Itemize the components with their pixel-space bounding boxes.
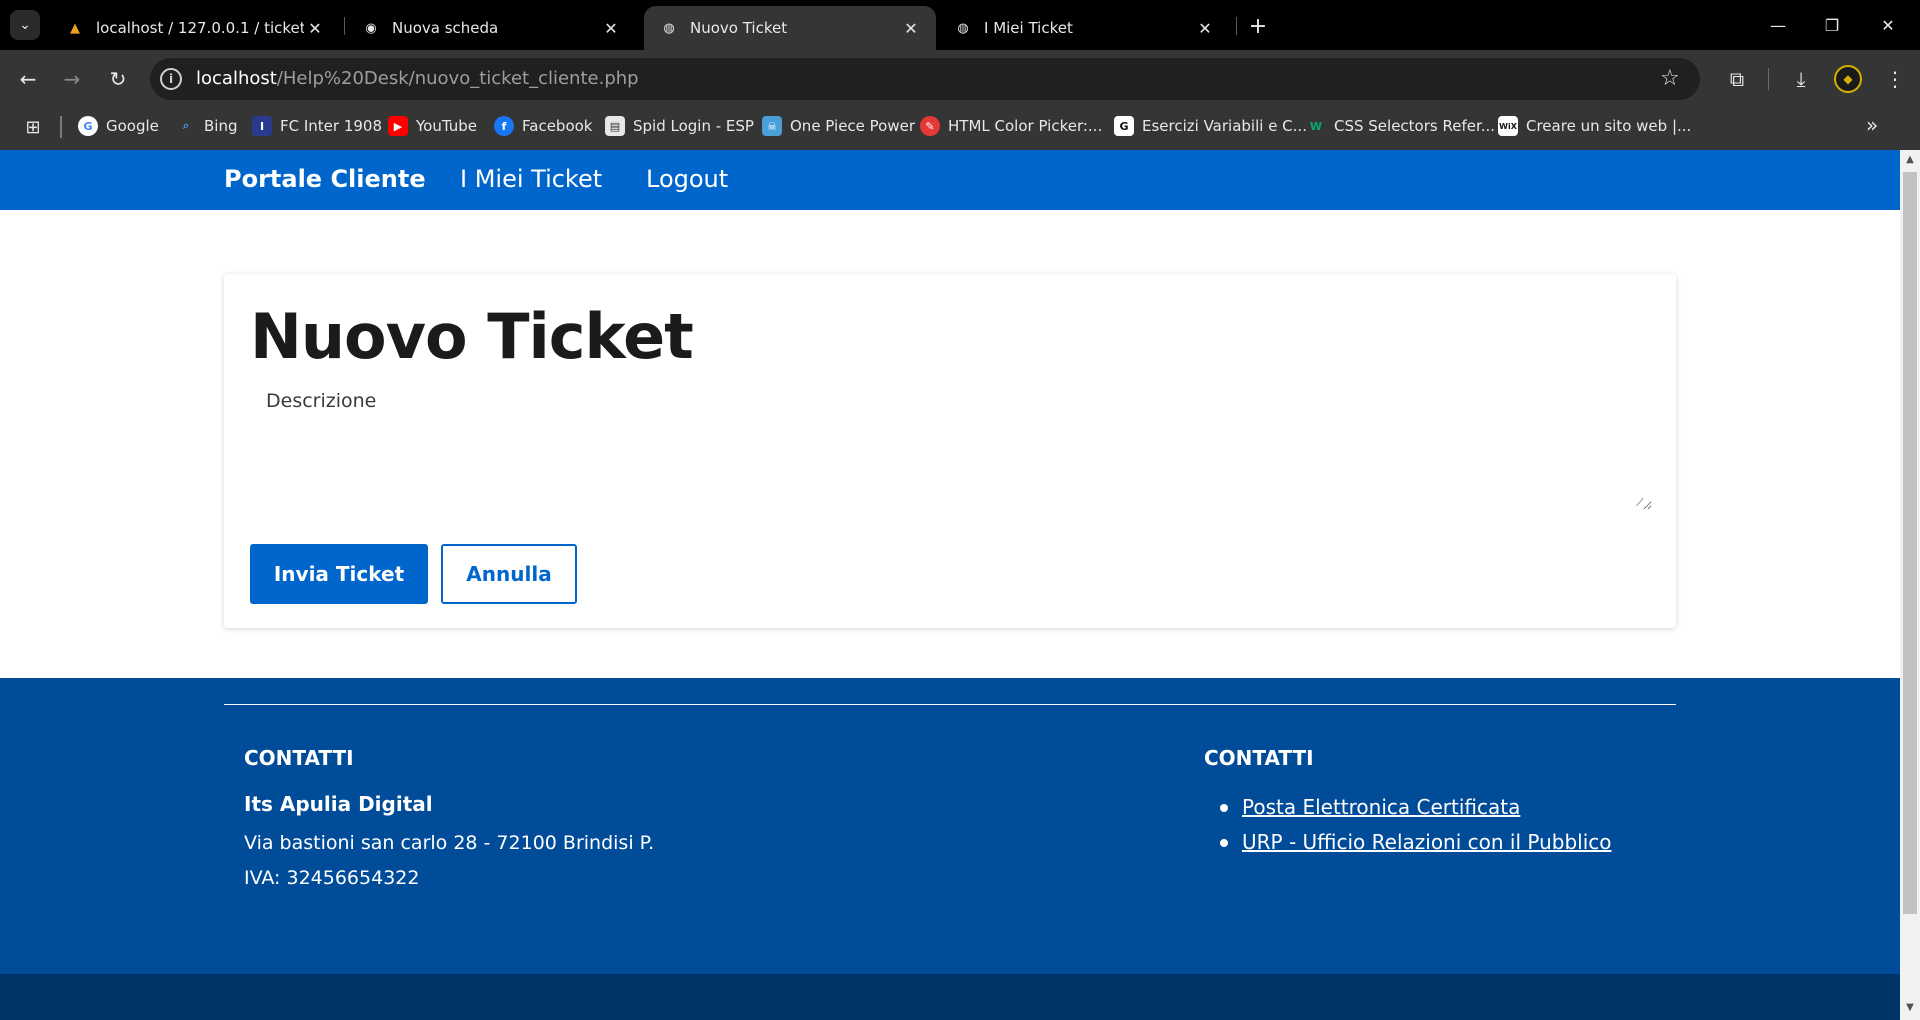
inter-icon: I xyxy=(252,116,272,136)
new-tab-button[interactable]: + xyxy=(1244,12,1272,40)
forward-button[interactable]: → xyxy=(56,63,88,95)
tab-i-miei-ticket[interactable]: ◍ I Miei Ticket ✕ xyxy=(938,6,1230,50)
arrow-left-icon: ← xyxy=(19,67,37,91)
resize-handle-icon[interactable]: ⟋ xyxy=(1636,496,1648,509)
tab-separator xyxy=(1236,17,1237,35)
restore-icon: ❐ xyxy=(1824,15,1840,35)
footer-org-name: Its Apulia Digital xyxy=(244,792,433,816)
reload-icon: ↻ xyxy=(109,67,127,91)
bookmark-wix[interactable]: WiX Creare un sito web |... xyxy=(1498,113,1691,139)
bookmark-esercizi[interactable]: G Esercizi Variabili e C... xyxy=(1114,113,1307,139)
cancel-button[interactable]: Annulla xyxy=(441,544,577,604)
page-title: Nuovo Ticket xyxy=(250,300,694,373)
list-item: Posta Elettronica Certificata xyxy=(1220,790,1612,825)
close-tab-icon[interactable]: ✕ xyxy=(304,19,326,38)
globe-icon: ◍ xyxy=(957,20,969,36)
chrome-icon: ◉ xyxy=(365,20,377,36)
bookmark-color-picker[interactable]: ✎ HTML Color Picker:... xyxy=(920,113,1102,139)
bookmark-one-piece[interactable]: ☠ One Piece Power xyxy=(762,113,915,139)
bookmark-separator xyxy=(60,116,62,138)
bookmark-bing[interactable]: ⌕ Bing xyxy=(176,113,238,139)
apps-grid-icon[interactable]: ⊞ xyxy=(22,116,44,138)
scrollbar-thumb[interactable] xyxy=(1903,172,1917,914)
description-textarea[interactable] xyxy=(250,386,1652,510)
close-tab-icon[interactable]: ✕ xyxy=(900,19,922,38)
footer-divider xyxy=(224,704,1676,705)
close-tab-icon[interactable]: ✕ xyxy=(1194,19,1216,38)
urp-link[interactable]: URP - Ufficio Relazioni con il Pubblico xyxy=(1242,825,1612,860)
onepiece-icon: ☠ xyxy=(762,116,782,136)
address-url[interactable]: localhost/Help%20Desk/nuovo_ticket_clien… xyxy=(196,68,639,89)
nav-link-logout[interactable]: Logout xyxy=(646,165,728,193)
color-picker-icon: ✎ xyxy=(920,116,940,136)
submit-ticket-button[interactable]: Invia Ticket xyxy=(250,544,428,604)
close-tab-icon[interactable]: ✕ xyxy=(600,19,622,38)
bookmark-facebook[interactable]: f Facebook xyxy=(494,113,592,139)
tab-phpmyadmin[interactable]: ▲ localhost / 127.0.0.1 / ticket_ma ✕ xyxy=(50,6,340,50)
bookmark-google[interactable]: G Google xyxy=(78,113,159,139)
chevron-down-icon: ⌄ xyxy=(19,17,31,33)
more-bookmarks-icon[interactable]: » xyxy=(1866,113,1878,137)
bookmark-star-icon[interactable]: ☆ xyxy=(1660,66,1680,91)
tab-nuova-scheda[interactable]: ◉ Nuova scheda ✕ xyxy=(346,6,636,50)
site-footer: CONTATTI Its Apulia Digital Via bastioni… xyxy=(0,678,1900,974)
w3-icon: W xyxy=(1309,119,1323,133)
bookmark-fc-inter[interactable]: I FC Inter 1908 xyxy=(252,113,382,139)
download-icon[interactable]: ⤓ xyxy=(1786,64,1816,94)
arrow-right-icon: → xyxy=(63,67,81,91)
profile-avatar[interactable]: ◆ xyxy=(1834,65,1862,93)
site-info-icon[interactable]: i xyxy=(160,68,182,90)
list-item: URP - Ufficio Relazioni con il Pubblico xyxy=(1220,825,1612,860)
globe-icon: ◍ xyxy=(663,20,675,36)
minimize-icon: — xyxy=(1770,15,1786,35)
toolbar-divider xyxy=(1768,68,1769,90)
pec-link[interactable]: Posta Elettronica Certificata xyxy=(1242,790,1520,825)
new-ticket-card: Nuovo Ticket ⟋ Invia Ticket Annulla xyxy=(224,274,1676,628)
close-window-button[interactable]: ✕ xyxy=(1868,10,1908,40)
site-navbar: Portale Cliente I Miei Ticket Logout xyxy=(0,150,1900,210)
tab-separator xyxy=(344,17,345,35)
youtube-icon: ▶ xyxy=(388,116,408,136)
scroll-down-icon[interactable]: ▼ xyxy=(1904,1002,1916,1014)
nav-link-miei-ticket[interactable]: I Miei Ticket xyxy=(460,165,602,193)
scroll-up-icon[interactable]: ▲ xyxy=(1904,154,1916,166)
google-icon: G xyxy=(78,116,98,136)
reload-button[interactable]: ↻ xyxy=(102,63,134,95)
footer-address: Via bastioni san carlo 28 - 72100 Brindi… xyxy=(244,832,655,889)
tab-search-button[interactable]: ⌄ xyxy=(10,10,40,40)
restore-button[interactable]: ❐ xyxy=(1812,10,1852,40)
bookmark-css-selectors[interactable]: W CSS Selectors Refer... xyxy=(1306,113,1495,139)
bookmark-spid[interactable]: ▤ Spid Login - ESP xyxy=(605,113,754,139)
document-icon: ▤ xyxy=(605,116,625,136)
bullet-icon xyxy=(1220,838,1228,847)
footer-heading-left: CONTATTI xyxy=(244,746,354,770)
footer-bottom-bar xyxy=(0,974,1900,1020)
wix-icon: WiX xyxy=(1498,116,1518,136)
page-viewport: Portale Cliente I Miei Ticket Logout Nuo… xyxy=(0,150,1900,1020)
tab-nuovo-ticket[interactable]: ◍ Nuovo Ticket ✕ xyxy=(644,6,936,50)
minimize-button[interactable]: — xyxy=(1758,10,1798,40)
brand-link[interactable]: Portale Cliente xyxy=(224,165,426,193)
footer-links-list: Posta Elettronica Certificata URP - Uffi… xyxy=(1220,790,1612,860)
facebook-icon: f xyxy=(494,116,514,136)
plus-icon: + xyxy=(1248,13,1268,39)
bullet-icon xyxy=(1220,803,1228,812)
back-button[interactable]: ← xyxy=(12,63,44,95)
phpmyadmin-icon: ▲ xyxy=(70,20,80,36)
bing-search-icon: ⌕ xyxy=(182,119,190,132)
extensions-icon[interactable]: ⧉ xyxy=(1722,64,1752,94)
bookmark-youtube[interactable]: ▶ YouTube xyxy=(388,113,477,139)
close-icon: ✕ xyxy=(1881,15,1895,35)
exercise-icon: G xyxy=(1114,116,1134,136)
kebab-menu-icon[interactable]: ⋮ xyxy=(1880,64,1910,94)
footer-heading-right: CONTATTI xyxy=(1204,746,1314,770)
